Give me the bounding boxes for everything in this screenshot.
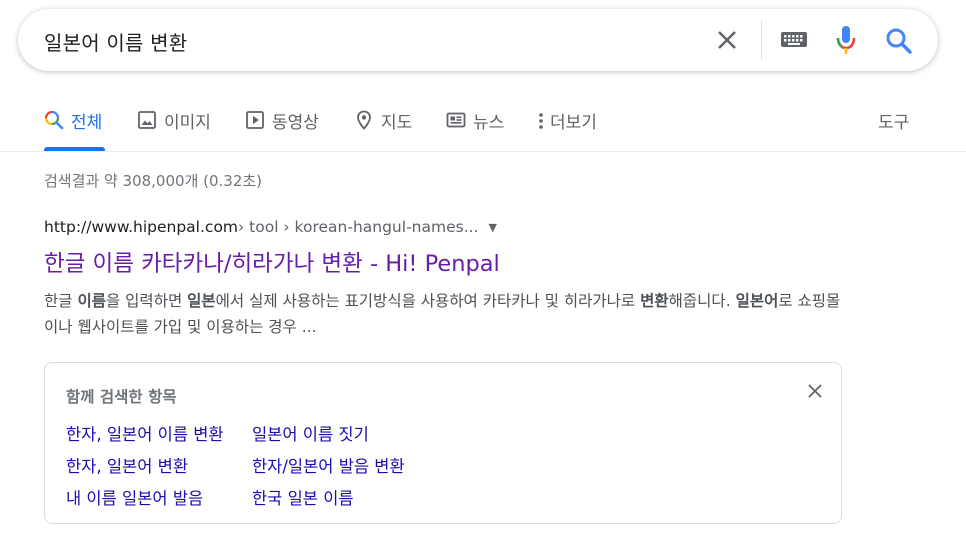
search-result: http://www.hipenpal.com › tool › korean-…	[44, 218, 844, 340]
search-button[interactable]	[885, 27, 913, 55]
result-stats: 검색결과 약 308,000개 (0.32초)	[44, 172, 263, 190]
related-close-button[interactable]	[804, 380, 826, 402]
tab-all[interactable]: 전체	[44, 108, 102, 148]
tab-news[interactable]: 뉴스	[446, 108, 504, 148]
video-play-icon	[246, 111, 264, 129]
map-pin-icon	[357, 110, 371, 130]
keyboard-button[interactable]	[780, 29, 808, 51]
tab-more[interactable]: 더보기	[538, 108, 597, 148]
result-title-link[interactable]: 한글 이름 카타카나/히라가나 변환 - Hi! Penpal	[44, 246, 844, 278]
tab-maps[interactable]: 지도	[354, 108, 412, 148]
close-icon	[808, 384, 822, 398]
search-tabs: 전체 이미지 동영상 지도 뉴스 더보기 도구	[0, 100, 966, 152]
search-input[interactable]: 일본어 이름 변환	[44, 27, 187, 56]
newspaper-icon	[446, 112, 466, 128]
tab-more-label: 더보기	[550, 113, 597, 133]
snippet-text: 에서 실제 사용하는 표기방식을 사용하여 카타카나 및 히라가나로	[215, 292, 641, 310]
snippet-highlight: 변환	[640, 292, 669, 310]
result-url: http://www.hipenpal.com › tool › korean-…	[44, 218, 844, 236]
snippet-text: 해줍니다.	[668, 292, 736, 310]
microphone-icon	[836, 26, 856, 54]
keyboard-icon	[781, 32, 807, 47]
voice-search-button[interactable]	[834, 24, 858, 56]
related-link[interactable]: 한자/일본어 발음 변환	[252, 453, 405, 477]
result-url-path: › tool › korean-hangul-names...	[238, 218, 479, 236]
snippet-text: 을 입력하면	[105, 292, 188, 310]
tab-videos[interactable]: 동영상	[245, 108, 319, 148]
tools-button[interactable]: 도구	[878, 108, 909, 148]
tab-maps-label: 지도	[381, 113, 413, 133]
related-searches-title: 함께 검색한 항목	[66, 388, 177, 406]
tabs-divider	[0, 151, 966, 152]
snippet-highlight: 일본	[187, 292, 216, 310]
result-url-domain: http://www.hipenpal.com	[44, 218, 239, 236]
searchbar-divider	[761, 21, 762, 59]
related-link[interactable]: 내 이름 일본어 발음	[66, 485, 203, 509]
close-icon	[718, 31, 736, 49]
snippet-highlight: 일본어	[735, 292, 779, 310]
tab-news-label: 뉴스	[473, 113, 505, 133]
search-bar: 일본어 이름 변환	[18, 9, 938, 71]
search-multicolor-icon	[44, 110, 64, 130]
search-icon	[886, 28, 912, 54]
image-icon	[138, 111, 156, 129]
tab-all-label: 전체	[71, 113, 103, 133]
snippet-text: 한글	[44, 292, 78, 310]
related-link[interactable]: 한자, 일본어 이름 변환	[66, 421, 224, 445]
tab-videos-label: 동영상	[272, 113, 319, 133]
related-link[interactable]: 한자, 일본어 변환	[66, 453, 188, 477]
clear-search-button[interactable]	[715, 28, 739, 52]
tab-images-label: 이미지	[164, 113, 211, 133]
related-link[interactable]: 한국 일본 이름	[252, 485, 354, 509]
result-menu-button[interactable]: ▼	[488, 221, 496, 234]
related-searches-box: 함께 검색한 항목 한자, 일본어 이름 변환 일본어 이름 짓기 한자, 일본…	[44, 362, 842, 524]
snippet-highlight: 이름	[77, 292, 106, 310]
related-link[interactable]: 일본어 이름 짓기	[252, 421, 369, 445]
more-vert-icon	[539, 113, 543, 129]
tools-label: 도구	[878, 113, 910, 133]
tab-images[interactable]: 이미지	[137, 108, 211, 148]
result-snippet: 한글 이름을 입력하면 일본에서 실제 사용하는 표기방식을 사용하여 카타카나…	[44, 288, 844, 340]
